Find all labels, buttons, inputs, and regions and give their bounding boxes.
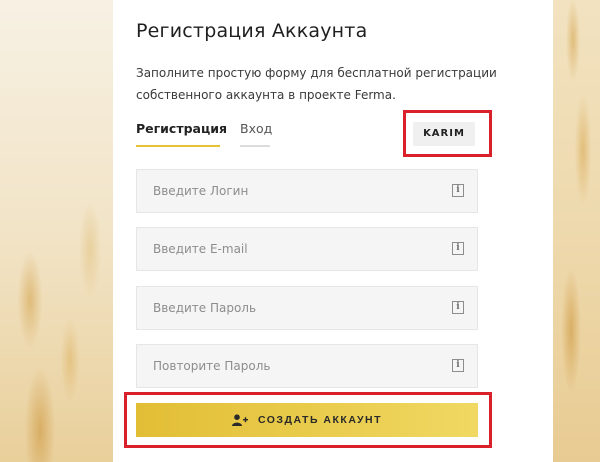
wheat-background-left [0, 0, 113, 462]
password-input[interactable] [137, 287, 453, 329]
repeat-password-input[interactable] [137, 345, 453, 387]
info-icon[interactable]: i [452, 301, 464, 314]
tab-registration[interactable]: Регистрация [136, 121, 227, 136]
highlight-box-user [403, 110, 492, 157]
tab-login-underline [240, 145, 270, 147]
login-input[interactable] [137, 170, 453, 212]
repeat-password-field: i [136, 344, 478, 388]
info-icon[interactable]: i [452, 184, 464, 197]
registration-card: Регистрация Аккаунта Заполните простую ф… [113, 0, 553, 462]
wheat-background-right [553, 0, 600, 462]
tab-login[interactable]: Вход [240, 121, 272, 136]
page-subtitle: Заполните простую форму для бесплатной р… [136, 66, 497, 102]
email-field: i [136, 227, 478, 271]
login-field: i [136, 169, 478, 213]
email-input[interactable] [137, 228, 453, 270]
highlight-box-submit [124, 392, 492, 448]
page-title: Регистрация Аккаунта [136, 20, 368, 42]
info-icon[interactable]: i [452, 359, 464, 372]
tab-registration-underline [136, 145, 220, 147]
password-field: i [136, 286, 478, 330]
info-icon[interactable]: i [452, 242, 464, 255]
